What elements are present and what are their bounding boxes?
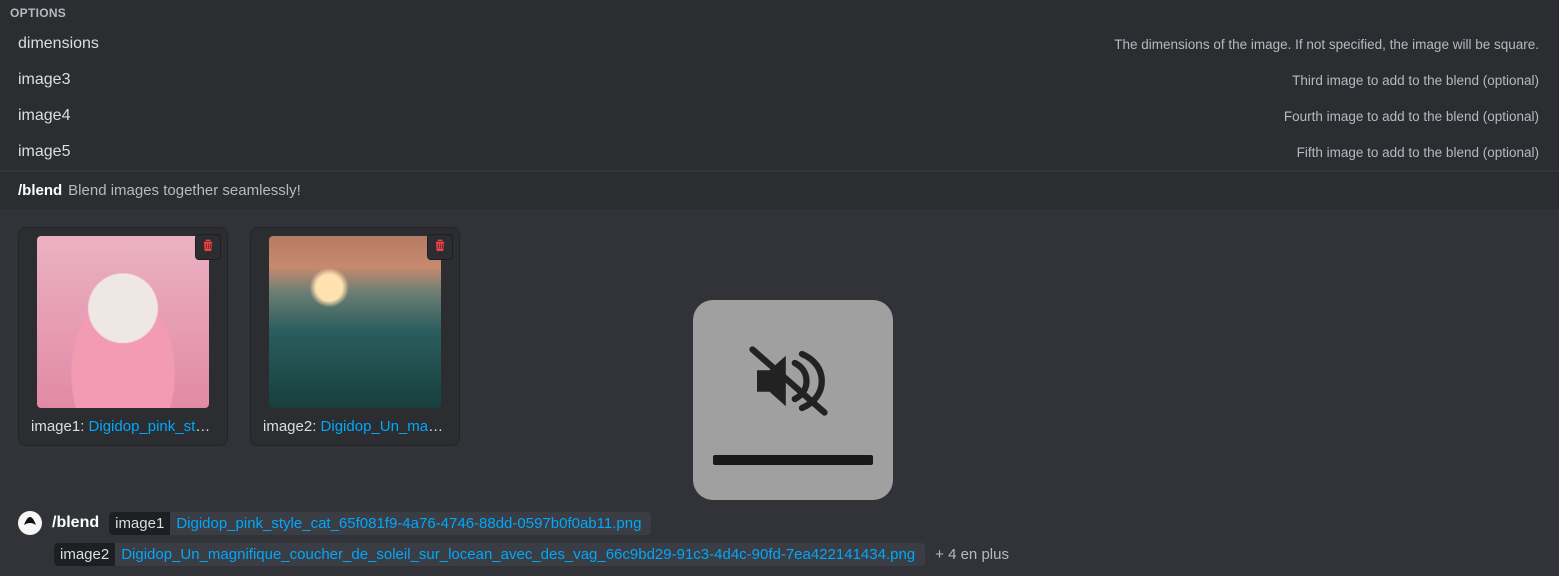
delete-attachment-button[interactable] <box>195 234 221 260</box>
options-header: OPTIONS <box>0 0 1559 26</box>
bot-avatar <box>18 511 42 535</box>
midjourney-icon <box>22 513 38 534</box>
message-input-bar[interactable]: /blend image1 Digidop_pink_style_cat_65f… <box>0 511 1559 566</box>
option-image5[interactable]: image5 Fifth image to add to the blend (… <box>0 134 1559 170</box>
trash-icon <box>200 237 216 258</box>
command-name: /blend <box>18 182 62 199</box>
option-image3[interactable]: image3 Third image to add to the blend (… <box>0 62 1559 98</box>
attachment-filename: Digidop_Un_magni… <box>321 418 451 435</box>
volume-level-bar <box>713 455 873 465</box>
value-chip-image1: Digidop_pink_style_cat_65f081f9-4a76-474… <box>170 512 647 535</box>
option-desc: Fifth image to add to the blend (optiona… <box>1297 145 1539 160</box>
attachment-label: image1: Digidop_pink_style… <box>27 418 219 435</box>
input-command: /blend <box>52 514 99 532</box>
param-group-image1[interactable]: image1 Digidop_pink_style_cat_65f081f9-4… <box>109 512 651 535</box>
option-desc: Fourth image to add to the blend (option… <box>1284 109 1539 124</box>
option-desc: Third image to add to the blend (optiona… <box>1292 73 1539 88</box>
attachment-filename: Digidop_pink_style… <box>89 418 219 435</box>
option-name: image4 <box>18 107 70 125</box>
attachment-slot: image1 <box>31 418 80 435</box>
param-chip-image1: image1 <box>109 512 170 535</box>
command-desc: Blend images together seamlessly! <box>68 182 301 199</box>
trash-icon <box>432 237 448 258</box>
speaker-muted-icon <box>738 336 848 431</box>
more-options-text: + 4 en plus <box>935 546 1009 563</box>
attachment-card-image2[interactable]: image2: Digidop_Un_magni… <box>250 227 460 446</box>
option-name: image3 <box>18 71 70 89</box>
options-panel: OPTIONS dimensions The dimensions of the… <box>0 0 1559 171</box>
param-group-image2[interactable]: image2 Digidop_Un_magnifique_coucher_de_… <box>54 543 925 566</box>
delete-attachment-button[interactable] <box>427 234 453 260</box>
command-header[interactable]: /blend Blend images together seamlessly! <box>0 171 1559 209</box>
param-chip-image2: image2 <box>54 543 115 566</box>
attachment-thumbnail[interactable] <box>37 236 209 408</box>
volume-mute-overlay <box>693 300 893 500</box>
option-dimensions[interactable]: dimensions The dimensions of the image. … <box>0 26 1559 62</box>
option-image4[interactable]: image4 Fourth image to add to the blend … <box>0 98 1559 134</box>
attachment-thumbnail[interactable] <box>269 236 441 408</box>
value-chip-image2: Digidop_Un_magnifique_coucher_de_soleil_… <box>115 543 921 566</box>
option-name: dimensions <box>18 35 99 53</box>
attachment-card-image1[interactable]: image1: Digidop_pink_style… <box>18 227 228 446</box>
attachment-slot: image2 <box>263 418 312 435</box>
option-desc: The dimensions of the image. If not spec… <box>1114 37 1539 52</box>
attachment-label: image2: Digidop_Un_magni… <box>259 418 451 435</box>
option-name: image5 <box>18 143 70 161</box>
